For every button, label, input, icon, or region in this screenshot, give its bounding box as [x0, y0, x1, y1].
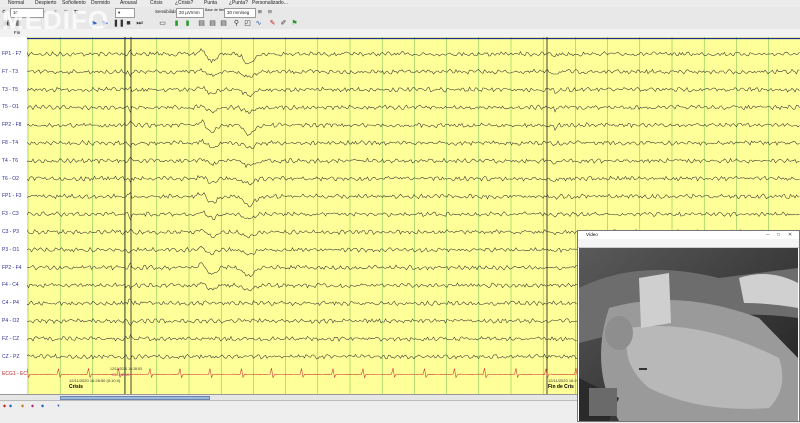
- video-toolbar: [578, 239, 799, 248]
- channel-label[interactable]: C4 - P4: [2, 300, 19, 306]
- tool-icon-b[interactable]: ⊟: [268, 8, 272, 16]
- annotate-icon[interactable]: ✎: [268, 19, 277, 28]
- crisis-start-label[interactable]: Crisis: [69, 384, 83, 390]
- sensitivity-select[interactable]: 20 µV/mm: [176, 8, 204, 18]
- clonus-datetime: 12/11/2020 16:28:53: [110, 367, 142, 371]
- patient-video-feed: [579, 248, 798, 421]
- window-icon-1[interactable]: ▤: [197, 19, 206, 28]
- crisis-end-label[interactable]: Fin de Cris: [548, 384, 574, 390]
- menu-punta-q[interactable]: ¿Punta?: [229, 0, 248, 7]
- channel-label[interactable]: FP1 - F3: [2, 193, 21, 199]
- channel-label[interactable]: T5 - O1: [2, 104, 19, 110]
- patient-video-image: [579, 248, 798, 421]
- event-marker-orange[interactable]: ◆: [20, 403, 25, 408]
- video-window[interactable]: Vídeo ─ □ ✕: [577, 230, 800, 422]
- window-icon-3[interactable]: ▤: [219, 19, 228, 28]
- clonus-label[interactable]: CLONÍAS: [112, 372, 130, 377]
- channel-label[interactable]: T6 - O2: [2, 176, 19, 182]
- menu-crisis-q[interactable]: ¿Crisis?: [175, 0, 193, 7]
- bars2-icon[interactable]: ▮: [183, 19, 192, 28]
- channel-label[interactable]: FP1 - F7: [2, 51, 21, 57]
- channel-label[interactable]: T4 - T6: [2, 158, 18, 164]
- channel-label[interactable]: FZ - CZ: [2, 336, 19, 342]
- channel-label[interactable]: CZ - PZ: [2, 354, 20, 360]
- channel-label[interactable]: F7 - T3: [2, 69, 18, 75]
- menu-punta[interactable]: Punta: [204, 0, 217, 7]
- sub-tab-bar: Fin: [0, 29, 800, 37]
- maximize-icon[interactable]: □: [777, 231, 780, 239]
- event-marker-red[interactable]: ◆: [2, 403, 7, 408]
- close-icon[interactable]: ✕: [788, 231, 792, 239]
- channel-label-column: FP1 - F7 F7 - T3 T3 - T5 T5 - O1 FP2 - F8 F8 …: [0, 37, 34, 394]
- flag-icon[interactable]: ⚑: [290, 19, 299, 28]
- stop-icon[interactable]: ■: [124, 19, 133, 28]
- timebase-value: 30 mm/seg: [227, 10, 250, 15]
- skip-icon[interactable]: ⏭: [135, 19, 144, 28]
- channel-label[interactable]: F4 - C4: [2, 282, 19, 288]
- magnifier-icon[interactable]: ⚲: [232, 19, 241, 28]
- channel-label[interactable]: F3 - C3: [2, 211, 19, 217]
- channel-label[interactable]: T3 - T5: [2, 87, 18, 93]
- bars-icon[interactable]: ▮: [172, 19, 181, 28]
- app-watermark-logo: MEDIFO: [2, 5, 110, 35]
- menu-personalizado[interactable]: Personalizado...: [252, 0, 288, 7]
- event-marker-pink[interactable]: ◆: [30, 403, 35, 408]
- crisis-start-datetime: 12/11/2020 16:28:50 (0:10.0): [69, 378, 121, 383]
- channel-label[interactable]: C3 - P3: [2, 229, 19, 235]
- channel-label[interactable]: P3 - O1: [2, 247, 19, 253]
- channel-label[interactable]: FP2 - F8: [2, 122, 21, 128]
- channel-label[interactable]: F8 - T4: [2, 140, 18, 146]
- monitor-icon[interactable]: ▭: [158, 19, 167, 28]
- menu-crisis[interactable]: Crisis: [150, 0, 163, 7]
- pen-icon[interactable]: ✐: [279, 19, 288, 28]
- waveform-icon[interactable]: ∿: [254, 19, 263, 28]
- menu-arousal[interactable]: Arousal: [120, 0, 137, 7]
- minimize-icon[interactable]: ─: [766, 231, 770, 239]
- window-icon-2[interactable]: ▤: [208, 19, 217, 28]
- pause-icon[interactable]: ❚❚: [113, 19, 125, 28]
- event-marker-blue[interactable]: ◆: [8, 403, 13, 408]
- event-marker-blue-2[interactable]: ◆: [40, 403, 45, 408]
- channel-label[interactable]: FP2 - F4: [2, 265, 21, 271]
- chart-icon[interactable]: ◰: [243, 19, 252, 28]
- tool-icon-a[interactable]: ⊞: [258, 8, 262, 16]
- sensitivity-value: 20 µV/mm: [179, 10, 200, 15]
- crisis-end-datetime: 12/11/2020 16:29: [548, 378, 579, 383]
- timebase-select[interactable]: 30 mm/seg: [224, 8, 256, 18]
- channel-label[interactable]: P4 - O2: [2, 318, 19, 324]
- event-marker-blue-3[interactable]: ▼: [56, 403, 61, 408]
- video-title: Vídeo: [586, 232, 598, 237]
- channel-select[interactable]: ▾: [115, 8, 135, 18]
